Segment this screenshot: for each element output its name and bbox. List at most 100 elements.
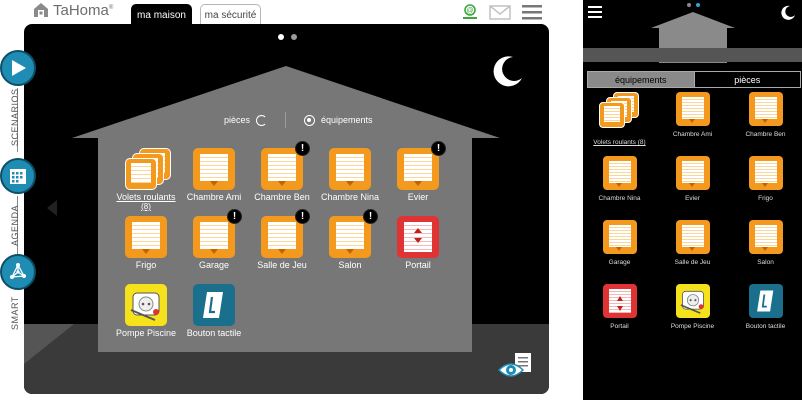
tab-ma-maison[interactable]: ma maison	[131, 4, 192, 26]
menu-icon[interactable]	[521, 3, 543, 21]
device-salle-de-jeu[interactable]: ! Salle de Jeu	[248, 209, 316, 270]
roller-shutter-icon	[125, 216, 167, 258]
phone-device-evier[interactable]: Evier	[656, 156, 729, 202]
scenarios-button[interactable]	[0, 50, 36, 86]
phone-device-portail[interactable]: Portail	[583, 284, 656, 330]
top-toolbar: @	[461, 3, 543, 21]
device-chambre-ben[interactable]: ! Chambre Ben	[248, 141, 316, 202]
roller-shutter-icon: !	[193, 209, 242, 258]
roller-shutter-icon: !	[397, 141, 446, 190]
phone-device-label: Portail	[610, 323, 629, 330]
network-icon	[10, 263, 26, 279]
phone-device-label: Chambre Ami	[672, 131, 713, 138]
device-label: Volets roulants	[116, 192, 176, 202]
account-icon[interactable]: @	[461, 4, 479, 20]
device-volets-roulants[interactable]: Volets roulants (8)	[112, 148, 180, 211]
previous-page-arrow[interactable]	[47, 200, 57, 216]
roller-shutter-icon	[675, 156, 710, 190]
smart-button[interactable]	[0, 254, 36, 290]
device-garage[interactable]: ! Garage	[180, 209, 248, 270]
phone-device-frigo[interactable]: Frigo	[729, 156, 802, 202]
device-bouton-tactile[interactable]: Bouton tactile	[180, 284, 248, 338]
device-label: Pompe Piscine	[115, 328, 177, 338]
phone-device-label: Salon	[757, 259, 774, 266]
phone-moon-icon	[781, 5, 795, 20]
device-portail[interactable]: Portail	[384, 216, 452, 270]
phone-page-dot-1[interactable]	[687, 3, 691, 7]
phone-device-chambre-nina[interactable]: Chambre Nina	[583, 156, 656, 202]
roller-shutter-group-icon	[125, 148, 171, 190]
view-rooms-label[interactable]: pièces	[224, 115, 250, 125]
trademark: ®	[108, 4, 114, 11]
device-count: (8)	[141, 202, 151, 211]
gate-icon	[602, 284, 637, 318]
roller-shutter-icon: !	[329, 209, 378, 258]
phone-menu-icon[interactable]	[588, 6, 602, 18]
phone-device-label: Chambre Nina	[598, 195, 641, 202]
house-view: pièces équipements Volets roulants (8) Cha…	[24, 24, 549, 394]
roller-shutter-icon	[748, 220, 783, 254]
roller-shutter-icon	[602, 156, 637, 190]
phone-device-label: Pompe Piscine	[670, 323, 715, 330]
device-label: Bouton tactile	[186, 328, 242, 338]
phone-tab-pieces[interactable]: pièces	[693, 72, 800, 87]
view-equipment-label[interactable]: équipements	[321, 115, 373, 125]
pool-pump-plug-icon	[125, 284, 167, 326]
mail-icon[interactable]	[489, 4, 511, 20]
phone-device-label: Bouton tactile	[745, 323, 786, 330]
device-pompe-piscine[interactable]: Pompe Piscine	[112, 284, 180, 338]
phone-device-volets-roulants-8-[interactable]: Volets roulants (8)	[583, 92, 656, 146]
alert-badge: !	[431, 141, 446, 156]
phone-page-indicator	[687, 3, 700, 7]
touch-button-icon	[748, 284, 783, 318]
device-label: Salle de Jeu	[257, 260, 307, 270]
alert-badge: !	[227, 209, 242, 224]
device-label: Chambre Nina	[320, 192, 380, 202]
phone-device-salon[interactable]: Salon	[729, 220, 802, 266]
roller-shutter-icon	[329, 148, 371, 190]
svg-text:@: @	[466, 8, 473, 15]
phone-device-chambre-ben[interactable]: Chambre Ben	[729, 92, 802, 138]
device-evier[interactable]: ! Evier	[384, 141, 452, 202]
phone-device-label: Salle de Jeu	[674, 259, 711, 266]
device-chambre-nina[interactable]: Chambre Nina	[316, 148, 384, 202]
scenarios-label[interactable]: SCENARIOS	[10, 88, 20, 146]
device-chambre-ami[interactable]: Chambre Ami	[180, 148, 248, 202]
alert-badge: !	[295, 209, 310, 224]
phone-device-bouton-tactile[interactable]: Bouton tactile	[729, 284, 802, 330]
touch-button-icon	[193, 284, 235, 326]
device-frigo[interactable]: Frigo	[112, 216, 180, 270]
phone-device-garage[interactable]: Garage	[583, 220, 656, 266]
roller-shutter-icon	[602, 220, 637, 254]
device-salon[interactable]: ! Salon	[316, 209, 384, 270]
roller-shutter-icon	[193, 148, 235, 190]
phone-device-salle-de-jeu[interactable]: Salle de Jeu	[656, 220, 729, 266]
view-rooms-radio[interactable]	[256, 114, 268, 126]
device-label: Salon	[338, 260, 362, 270]
roller-shutter-icon	[748, 92, 783, 126]
phone-tab-equipements[interactable]: équipements	[588, 72, 694, 87]
device-label: Portail	[405, 260, 431, 270]
agenda-label[interactable]: AGENDA	[10, 205, 20, 246]
roller-shutter-icon	[748, 156, 783, 190]
roller-shutter-icon	[675, 92, 710, 126]
view-equipment-radio[interactable]	[304, 114, 316, 126]
phone-device-label: Garage	[608, 259, 631, 266]
agenda-button[interactable]	[0, 158, 36, 194]
tab-ma-securite[interactable]: ma sécurité	[200, 4, 261, 26]
calendar-icon	[10, 169, 26, 184]
eye-view-icon[interactable]	[497, 352, 535, 382]
roller-shutter-group-icon	[598, 92, 641, 134]
side-nav: SCENARIOS AGENDA SMART	[0, 50, 40, 390]
home-logo-icon	[34, 3, 48, 17]
phone-screen: équipements pièces Volets roulants (8) Ch…	[583, 0, 802, 400]
phone-device-label: Chambre Ben	[745, 131, 786, 138]
smart-label[interactable]: SMART	[10, 296, 20, 330]
pool-pump-plug-icon	[675, 284, 710, 318]
toggle-divider	[285, 112, 287, 128]
phone-page-dot-2[interactable]	[696, 3, 700, 7]
device-label: Frigo	[135, 260, 157, 270]
phone-ground	[583, 48, 802, 62]
phone-device-chambre-ami[interactable]: Chambre Ami	[656, 92, 729, 138]
phone-device-pompe-piscine[interactable]: Pompe Piscine	[656, 284, 729, 330]
